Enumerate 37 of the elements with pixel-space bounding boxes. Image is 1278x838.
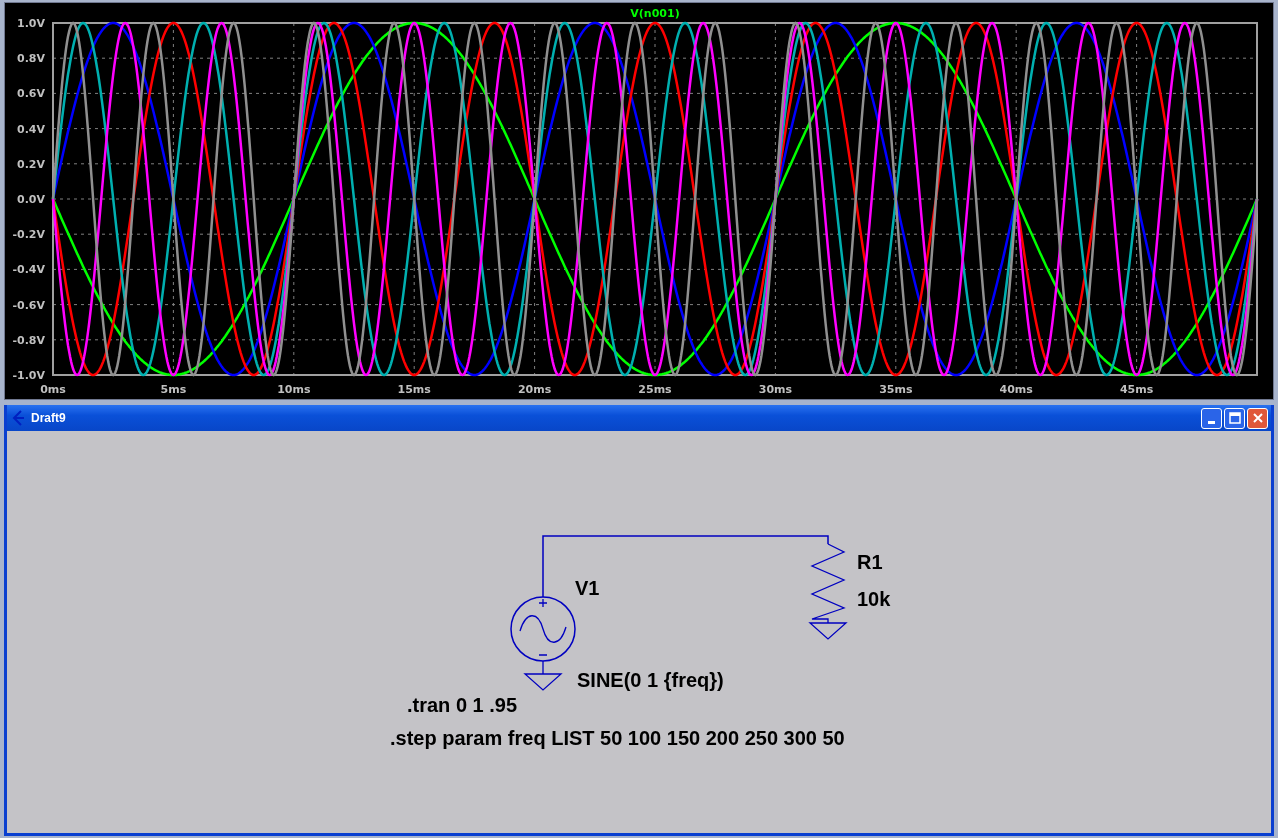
close-button[interactable] (1247, 407, 1268, 429)
y-tick-label: -0.2V (12, 228, 45, 242)
y-tick-label: 0.2V (17, 157, 45, 171)
voltage-source-symbol[interactable] (510, 596, 576, 691)
y-tick-label: 0.4V (17, 122, 45, 136)
x-tick-label: 35ms (879, 383, 913, 395)
component-value: 10k (857, 588, 891, 611)
x-tick-label: 0ms (40, 383, 66, 395)
close-icon (1251, 412, 1264, 424)
y-tick-label: -0.6V (12, 298, 45, 312)
spice-directive: .tran 0 1 .95 (407, 694, 518, 717)
x-tick-label: 40ms (999, 383, 1033, 395)
minimize-button[interactable] (1201, 407, 1222, 429)
y-tick-label: -0.4V (12, 263, 45, 277)
resistor-symbol[interactable] (809, 543, 848, 640)
minimize-icon (1208, 420, 1215, 424)
maximize-button[interactable] (1224, 407, 1245, 429)
y-tick-label: 0.0V (17, 193, 45, 206)
x-tick-label: 15ms (397, 383, 431, 395)
window-title: Draft9 (31, 411, 66, 425)
y-tick-label: 1.0V (17, 17, 45, 30)
component-label: R1 (857, 551, 883, 574)
x-tick-label: 5ms (160, 383, 187, 395)
x-tick-label: 10ms (277, 383, 311, 395)
x-tick-label: 20ms (517, 383, 552, 395)
component-value: SINE(0 1 {freq}) (577, 669, 724, 692)
y-tick-label: -0.8V (12, 333, 45, 347)
maximize-icon (1228, 412, 1241, 424)
y-tick-label: -1.0V (12, 369, 45, 382)
y-tick-label: 0.8V (17, 52, 45, 66)
x-tick-label: 45ms (1119, 383, 1154, 395)
plot-title: V(n001) (630, 7, 680, 20)
x-tick-label: 25ms (638, 383, 672, 395)
spice-directive: .step param freq LIST 50 100 150 200 250 300 50 (390, 727, 845, 750)
component-label: V1 (575, 577, 600, 600)
x-tick-label: 30ms (758, 383, 793, 395)
y-tick-label: 0.6V (17, 87, 45, 101)
